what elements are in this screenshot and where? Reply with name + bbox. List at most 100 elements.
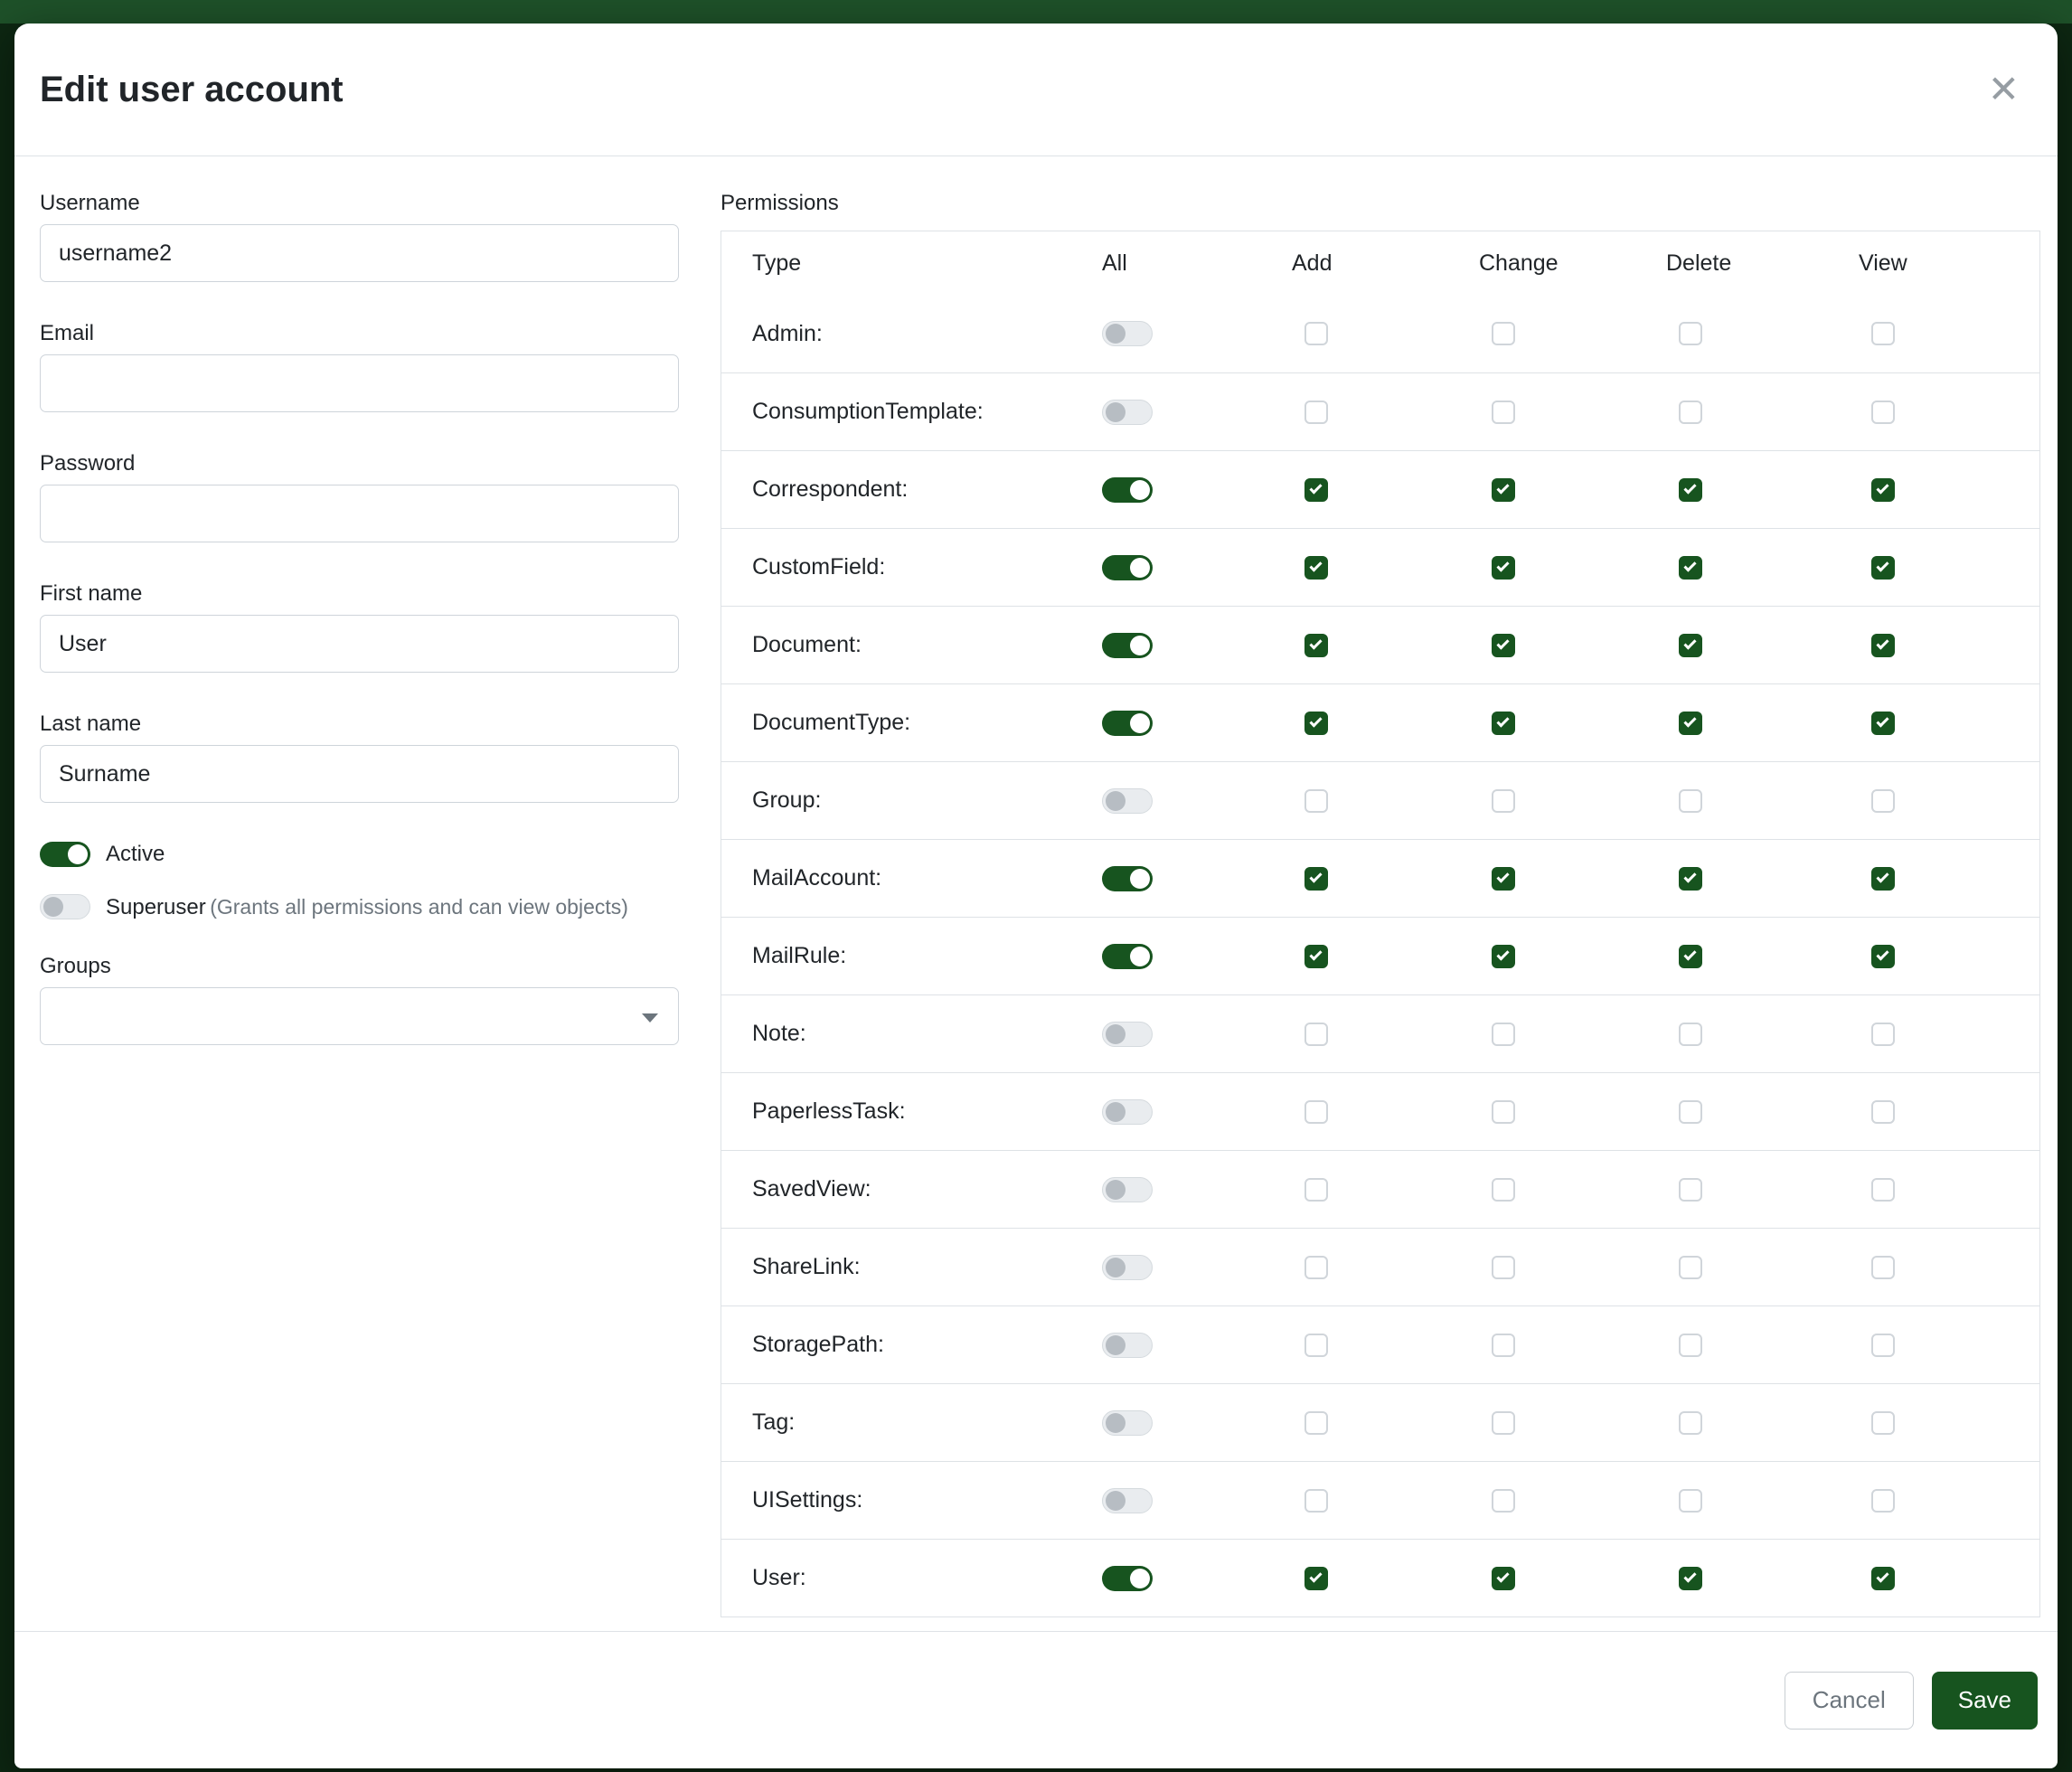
permission-all-toggle[interactable] (1102, 321, 1153, 346)
email-input[interactable] (40, 354, 679, 412)
permission-all-toggle[interactable] (1102, 788, 1153, 814)
permission-change-checkbox[interactable] (1492, 867, 1515, 891)
permission-change-checkbox[interactable] (1492, 1334, 1515, 1357)
app-header-strip (0, 0, 2072, 24)
password-input[interactable] (40, 485, 679, 542)
permission-change-checkbox[interactable] (1492, 1178, 1515, 1202)
permission-add-checkbox[interactable] (1304, 789, 1328, 813)
permission-all-toggle[interactable] (1102, 1333, 1153, 1358)
permission-delete-checkbox[interactable] (1679, 401, 1702, 424)
permission-change-checkbox[interactable] (1492, 1411, 1515, 1435)
permission-view-checkbox[interactable] (1871, 556, 1895, 580)
permission-delete-checkbox[interactable] (1679, 789, 1702, 813)
permission-view-checkbox[interactable] (1871, 1178, 1895, 1202)
permission-all-toggle[interactable] (1102, 944, 1153, 969)
permission-all-toggle[interactable] (1102, 1255, 1153, 1280)
permission-view-checkbox[interactable] (1871, 867, 1895, 891)
permission-all-toggle[interactable] (1102, 1177, 1153, 1202)
permission-view-checkbox[interactable] (1871, 478, 1895, 502)
toggle-knob (1130, 558, 1150, 578)
permission-view-checkbox[interactable] (1871, 1567, 1895, 1590)
permission-change-checkbox[interactable] (1492, 401, 1515, 424)
permission-delete-checkbox[interactable] (1679, 1023, 1702, 1046)
permission-delete-checkbox[interactable] (1679, 1489, 1702, 1513)
permission-all-toggle[interactable] (1102, 400, 1153, 425)
permission-delete-checkbox[interactable] (1679, 322, 1702, 345)
permission-all-toggle[interactable] (1102, 633, 1153, 658)
permission-delete-checkbox[interactable] (1679, 1100, 1702, 1124)
last-name-input[interactable] (40, 745, 679, 803)
permission-delete-checkbox[interactable] (1679, 945, 1702, 968)
first-name-input[interactable] (40, 615, 679, 673)
permission-add-checkbox[interactable] (1304, 1489, 1328, 1513)
permission-all-toggle[interactable] (1102, 1566, 1153, 1591)
permission-all-toggle[interactable] (1102, 1022, 1153, 1047)
permission-view-checkbox[interactable] (1871, 1100, 1895, 1124)
permission-view-checkbox[interactable] (1871, 322, 1895, 345)
permission-all-toggle[interactable] (1102, 1410, 1153, 1436)
permission-add-checkbox[interactable] (1304, 1334, 1328, 1357)
permission-add-checkbox[interactable] (1304, 478, 1328, 502)
permission-change-checkbox[interactable] (1492, 322, 1515, 345)
permission-add-checkbox[interactable] (1304, 322, 1328, 345)
permission-change-checkbox[interactable] (1492, 478, 1515, 502)
close-icon[interactable]: ✕ (1988, 71, 2020, 108)
permission-all-toggle[interactable] (1102, 711, 1153, 736)
permission-view-checkbox[interactable] (1871, 1411, 1895, 1435)
permission-delete-checkbox[interactable] (1679, 1256, 1702, 1279)
permission-view-checkbox[interactable] (1871, 1334, 1895, 1357)
permission-delete-checkbox[interactable] (1679, 478, 1702, 502)
permission-change-checkbox[interactable] (1492, 1256, 1515, 1279)
active-toggle[interactable] (40, 842, 90, 867)
permission-change-checkbox[interactable] (1492, 1100, 1515, 1124)
permission-change-checkbox[interactable] (1492, 1023, 1515, 1046)
permission-delete-checkbox[interactable] (1679, 556, 1702, 580)
permission-delete-checkbox[interactable] (1679, 1178, 1702, 1202)
permission-add-checkbox[interactable] (1304, 634, 1328, 657)
superuser-toggle[interactable] (40, 894, 90, 919)
permission-all-toggle[interactable] (1102, 1099, 1153, 1125)
permission-view-checkbox[interactable] (1871, 712, 1895, 735)
permission-delete-checkbox[interactable] (1679, 634, 1702, 657)
permission-change-checkbox[interactable] (1492, 634, 1515, 657)
permission-all-toggle[interactable] (1102, 555, 1153, 580)
username-input[interactable] (40, 224, 679, 282)
permission-add-checkbox[interactable] (1304, 401, 1328, 424)
permission-add-checkbox[interactable] (1304, 712, 1328, 735)
permission-change-checkbox[interactable] (1492, 1567, 1515, 1590)
permission-view-checkbox[interactable] (1871, 1489, 1895, 1513)
groups-select[interactable] (40, 987, 679, 1045)
permission-change-checkbox[interactable] (1492, 556, 1515, 580)
save-button[interactable]: Save (1932, 1672, 2038, 1730)
permission-view-checkbox[interactable] (1871, 1256, 1895, 1279)
check-icon (1496, 947, 1509, 960)
permission-all-toggle[interactable] (1102, 866, 1153, 891)
permission-add-checkbox[interactable] (1304, 556, 1328, 580)
permission-change-checkbox[interactable] (1492, 945, 1515, 968)
permission-add-checkbox[interactable] (1304, 1100, 1328, 1124)
permission-change-checkbox[interactable] (1492, 1489, 1515, 1513)
permission-view-checkbox[interactable] (1871, 1023, 1895, 1046)
permission-add-checkbox[interactable] (1304, 867, 1328, 891)
permission-add-checkbox[interactable] (1304, 1411, 1328, 1435)
permission-delete-checkbox[interactable] (1679, 1411, 1702, 1435)
permission-view-checkbox[interactable] (1871, 634, 1895, 657)
column-header-type: Type (721, 250, 1102, 277)
permission-view-checkbox[interactable] (1871, 945, 1895, 968)
permission-change-checkbox[interactable] (1492, 712, 1515, 735)
permission-delete-checkbox[interactable] (1679, 867, 1702, 891)
permission-delete-checkbox[interactable] (1679, 712, 1702, 735)
permission-change-checkbox[interactable] (1492, 789, 1515, 813)
permission-add-checkbox[interactable] (1304, 1023, 1328, 1046)
permission-delete-checkbox[interactable] (1679, 1567, 1702, 1590)
permission-add-checkbox[interactable] (1304, 1567, 1328, 1590)
permission-add-checkbox[interactable] (1304, 945, 1328, 968)
permission-add-checkbox[interactable] (1304, 1256, 1328, 1279)
permission-add-checkbox[interactable] (1304, 1178, 1328, 1202)
permission-view-checkbox[interactable] (1871, 789, 1895, 813)
cancel-button[interactable]: Cancel (1785, 1672, 1914, 1730)
permission-delete-checkbox[interactable] (1679, 1334, 1702, 1357)
permission-all-toggle[interactable] (1102, 1488, 1153, 1513)
permission-all-toggle[interactable] (1102, 477, 1153, 503)
permission-view-checkbox[interactable] (1871, 401, 1895, 424)
